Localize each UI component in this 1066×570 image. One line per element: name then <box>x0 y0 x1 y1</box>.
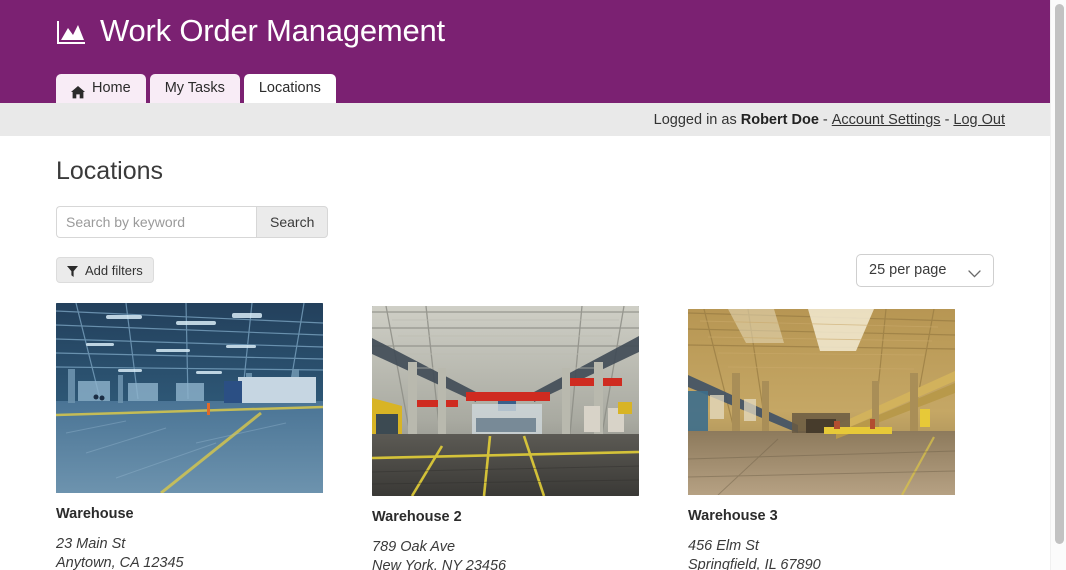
search-input[interactable] <box>56 205 256 238</box>
location-address: 789 Oak Ave New York, NY 23456 <box>372 538 639 570</box>
account-bar-separator-2: - <box>944 111 950 128</box>
location-card[interactable]: Warehouse 23 Main St Anytown, CA 12345 V… <box>56 302 323 570</box>
tab-locations-label: Locations <box>258 80 321 96</box>
per-page-value: 25 per page <box>869 262 947 278</box>
search-button[interactable]: Search <box>256 205 329 238</box>
location-name: Warehouse <box>56 505 134 522</box>
tab-my-tasks-label: My Tasks <box>164 80 225 96</box>
location-address-line1: 789 Oak Ave <box>372 538 456 555</box>
location-card[interactable]: Warehouse 2 789 Oak Ave New York, NY 234… <box>372 305 639 570</box>
chevron-down-icon <box>968 266 981 278</box>
tab-home[interactable]: Home <box>56 74 146 103</box>
location-address-line1: 23 Main St <box>56 535 126 552</box>
location-address-line2: Anytown, CA 12345 <box>56 555 184 570</box>
location-address-line2: Springfield, IL 67890 <box>688 557 821 570</box>
main-content: Locations Search Add filters 25 per page <box>0 136 1050 570</box>
location-thumbnail <box>372 305 639 496</box>
tab-my-tasks[interactable]: My Tasks <box>149 74 240 103</box>
tab-locations[interactable]: Locations <box>243 74 336 103</box>
area-chart-icon <box>56 20 86 46</box>
page-title: Locations <box>56 157 164 185</box>
account-bar: Logged in as Robert Doe - Account Settin… <box>0 103 1050 136</box>
search-bar: Search <box>56 205 329 238</box>
location-address-line1: 456 Elm St <box>688 537 759 554</box>
home-icon <box>71 81 85 99</box>
app-title: Work Order Management <box>100 12 445 48</box>
locations-grid: Warehouse 23 Main St Anytown, CA 12345 V… <box>56 302 994 570</box>
per-page-select[interactable]: 25 per page <box>856 253 994 287</box>
tab-home-label: Home <box>92 80 131 96</box>
logged-in-username: Robert Doe <box>740 111 819 128</box>
scrollbar-thumb[interactable] <box>1055 4 1064 544</box>
app-window: Work Order Management Home My Tasks Loca… <box>0 0 1066 570</box>
location-address: 23 Main St Anytown, CA 12345 <box>56 535 323 570</box>
account-bar-separator-1: - <box>822 111 828 128</box>
logged-in-prefix: Logged in as <box>653 111 737 128</box>
location-thumbnail <box>56 302 323 493</box>
app-brand: Work Order Management <box>56 14 445 46</box>
funnel-icon <box>67 265 78 277</box>
log-out-link[interactable]: Log Out <box>953 112 1005 128</box>
account-settings-link[interactable]: Account Settings <box>832 112 941 128</box>
location-card[interactable]: Warehouse 3 456 Elm St Springfield, IL 6… <box>688 308 955 570</box>
vertical-scrollbar[interactable] <box>1050 0 1066 570</box>
list-controls: Add filters 25 per page <box>56 253 994 287</box>
location-name: Warehouse 2 <box>372 508 462 525</box>
page-viewport: Work Order Management Home My Tasks Loca… <box>0 0 1050 570</box>
location-name: Warehouse 3 <box>688 507 778 524</box>
location-address-line2: New York, NY 23456 <box>372 558 507 570</box>
add-filters-label: Add filters <box>85 262 143 278</box>
app-header: Work Order Management Home My Tasks Loca… <box>0 0 1050 103</box>
location-thumbnail <box>688 308 955 495</box>
main-tabs: Home My Tasks Locations <box>56 74 336 103</box>
add-filters-button[interactable]: Add filters <box>56 257 154 283</box>
location-address: 456 Elm St Springfield, IL 67890 <box>688 537 955 570</box>
